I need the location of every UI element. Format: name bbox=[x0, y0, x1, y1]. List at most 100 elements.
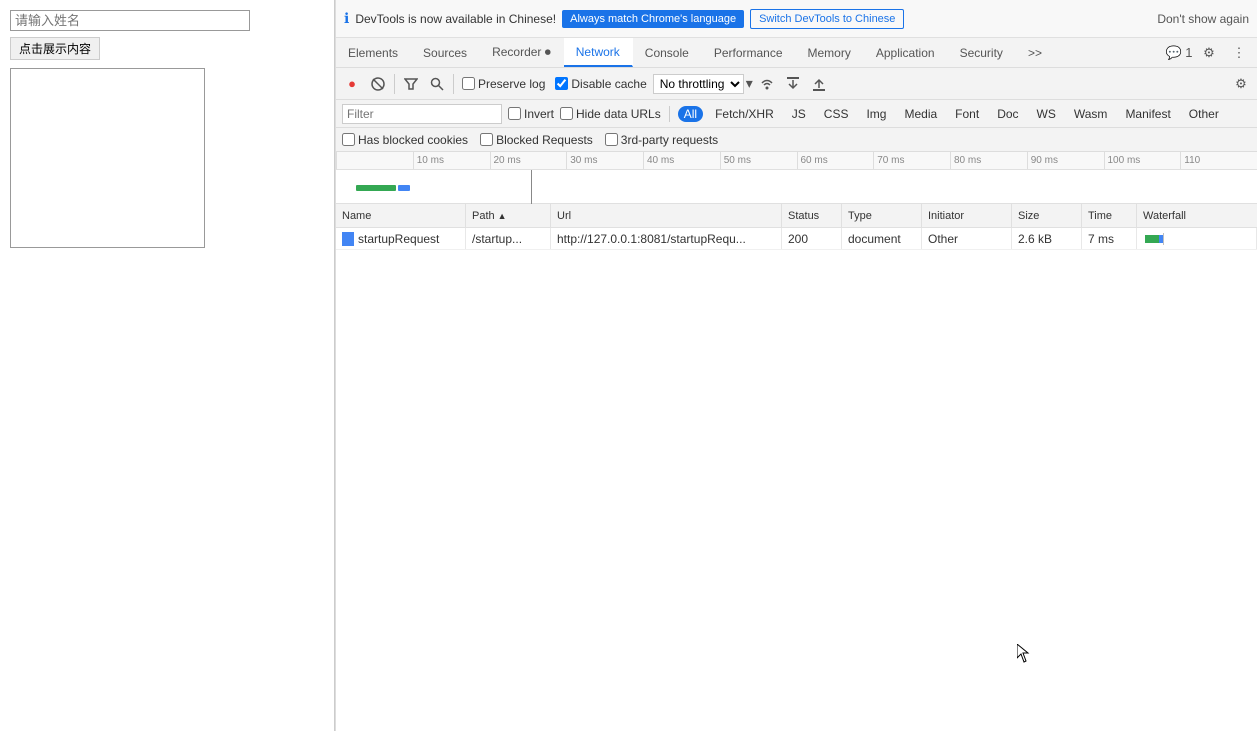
wf-vline bbox=[1163, 233, 1164, 245]
export-icon[interactable] bbox=[807, 72, 831, 96]
filter-bar2: Has blocked cookies Blocked Requests 3rd… bbox=[336, 128, 1257, 152]
filter-type-img[interactable]: Img bbox=[860, 106, 892, 122]
ruler-mark-5: 50 ms bbox=[720, 152, 797, 169]
tab-elements[interactable]: Elements bbox=[336, 38, 411, 67]
devtools-more-icon[interactable]: ⋮ bbox=[1225, 39, 1253, 67]
wifi-icon[interactable] bbox=[755, 72, 779, 96]
cell-path: /startup... bbox=[466, 228, 551, 249]
filter-type-js[interactable]: JS bbox=[786, 106, 812, 122]
col-header-name[interactable]: Name bbox=[336, 204, 466, 227]
has-blocked-cookies-checkbox[interactable] bbox=[342, 133, 355, 146]
ruler-mark-1: 10 ms bbox=[413, 152, 490, 169]
col-header-waterfall[interactable]: Waterfall bbox=[1137, 204, 1257, 227]
filter-type-all[interactable]: All bbox=[678, 106, 703, 122]
tab-application[interactable]: Application bbox=[864, 38, 948, 67]
tab-sources[interactable]: Sources bbox=[411, 38, 480, 67]
dismiss-button[interactable]: Don't show again bbox=[1157, 12, 1249, 26]
filter-type-wasm[interactable]: Wasm bbox=[1068, 106, 1114, 122]
blocked-requests-label[interactable]: Blocked Requests bbox=[480, 133, 593, 147]
timeline-ruler: 10 ms 20 ms 30 ms 40 ms 50 ms 60 ms 70 m… bbox=[336, 152, 1257, 170]
disable-cache-label[interactable]: Disable cache bbox=[551, 77, 650, 91]
hide-data-urls-label[interactable]: Hide data URLs bbox=[560, 107, 661, 121]
cell-type: document bbox=[842, 228, 922, 249]
filter-type-doc[interactable]: Doc bbox=[991, 106, 1024, 122]
preserve-log-checkbox[interactable] bbox=[462, 77, 475, 90]
network-settings-icon[interactable]: ⚙ bbox=[1229, 72, 1253, 96]
col-header-time[interactable]: Time bbox=[1082, 204, 1137, 227]
chat-badge[interactable]: 💬 1 bbox=[1165, 39, 1193, 67]
third-party-label[interactable]: 3rd-party requests bbox=[605, 133, 718, 147]
cell-time: 7 ms bbox=[1082, 228, 1137, 249]
filter-type-media[interactable]: Media bbox=[898, 106, 943, 122]
table-row[interactable]: startupRequest /startup... http://127.0.… bbox=[336, 228, 1257, 250]
tab-bar-icons: 💬 1 ⚙ ⋮ bbox=[1165, 38, 1257, 67]
tab-performance[interactable]: Performance bbox=[702, 38, 796, 67]
throttling-select[interactable]: No throttling Fast 3G Slow 3G bbox=[653, 74, 744, 94]
devtools-settings-icon[interactable]: ⚙ bbox=[1195, 39, 1223, 67]
record-button[interactable]: ● bbox=[340, 72, 364, 96]
notification-bar: ℹ DevTools is now available in Chinese! … bbox=[336, 0, 1257, 38]
third-party-checkbox[interactable] bbox=[605, 133, 618, 146]
timeline: 10 ms 20 ms 30 ms 40 ms 50 ms 60 ms 70 m… bbox=[336, 152, 1257, 204]
tab-network[interactable]: Network bbox=[564, 38, 633, 67]
filter-type-fetch-xhr[interactable]: Fetch/XHR bbox=[709, 106, 780, 122]
cell-status: 200 bbox=[782, 228, 842, 249]
filter-type-ws[interactable]: WS bbox=[1031, 106, 1062, 122]
ruler-mark-7: 70 ms bbox=[873, 152, 950, 169]
notification-text: DevTools is now available in Chinese! bbox=[355, 12, 556, 26]
cell-waterfall bbox=[1137, 228, 1257, 249]
filter-type-manifest[interactable]: Manifest bbox=[1119, 106, 1176, 122]
toolbar-sep-1 bbox=[394, 74, 395, 94]
blocked-requests-checkbox[interactable] bbox=[480, 133, 493, 146]
has-blocked-cookies-label[interactable]: Has blocked cookies bbox=[342, 133, 468, 147]
throttling-arrow[interactable]: ▾ bbox=[746, 75, 753, 92]
timeline-bar-blue bbox=[398, 185, 410, 191]
col-header-path[interactable]: Path ▲ bbox=[466, 204, 551, 227]
info-icon: ℹ bbox=[344, 10, 349, 27]
col-header-type[interactable]: Type bbox=[842, 204, 922, 227]
cell-name: startupRequest bbox=[336, 228, 466, 249]
preserve-log-label[interactable]: Preserve log bbox=[458, 77, 549, 91]
show-content-button[interactable]: 点击展示内容 bbox=[10, 37, 100, 60]
hide-data-urls-checkbox[interactable] bbox=[560, 107, 573, 120]
timeline-vline bbox=[531, 170, 532, 204]
tab-console[interactable]: Console bbox=[633, 38, 702, 67]
filter-type-font[interactable]: Font bbox=[949, 106, 985, 122]
ruler-mark-3: 30 ms bbox=[566, 152, 643, 169]
invert-label[interactable]: Invert bbox=[508, 107, 554, 121]
ruler-mark-11: 110 bbox=[1180, 152, 1257, 169]
ruler-mark-10: 100 ms bbox=[1104, 152, 1181, 169]
disable-cache-checkbox[interactable] bbox=[555, 77, 568, 90]
tab-bar: Elements Sources Recorder ⏺ Network Cons… bbox=[336, 38, 1257, 68]
ruler-mark-2: 20 ms bbox=[490, 152, 567, 169]
switch-devtools-button[interactable]: Switch DevTools to Chinese bbox=[750, 9, 904, 29]
col-header-initiator[interactable]: Initiator bbox=[922, 204, 1012, 227]
col-header-status[interactable]: Status bbox=[782, 204, 842, 227]
filter-type-css[interactable]: CSS bbox=[818, 106, 855, 122]
network-toolbar: ● Preserve log Disable cache No throttli… bbox=[336, 68, 1257, 100]
ruler-mark-0 bbox=[336, 152, 413, 169]
tab-memory[interactable]: Memory bbox=[796, 38, 864, 67]
content-box bbox=[10, 68, 205, 248]
table-header: Name Path ▲ Url Status Type Initiator Si… bbox=[336, 204, 1257, 228]
clear-button[interactable] bbox=[366, 72, 390, 96]
col-header-url[interactable]: Url bbox=[551, 204, 782, 227]
ruler-mark-4: 40 ms bbox=[643, 152, 720, 169]
import-icon[interactable] bbox=[781, 72, 805, 96]
timeline-bar-green bbox=[356, 185, 396, 191]
page-area: 点击展示内容 bbox=[0, 0, 335, 731]
filter-toggle-button[interactable] bbox=[399, 72, 423, 96]
filter-input[interactable] bbox=[342, 104, 502, 124]
ruler-mark-6: 60 ms bbox=[797, 152, 874, 169]
tab-recorder[interactable]: Recorder ⏺ bbox=[480, 38, 564, 67]
name-input[interactable] bbox=[10, 10, 250, 31]
filter-bar: Invert Hide data URLs All Fetch/XHR JS C… bbox=[336, 100, 1257, 128]
invert-checkbox[interactable] bbox=[508, 107, 521, 120]
col-header-size[interactable]: Size bbox=[1012, 204, 1082, 227]
filter-type-other[interactable]: Other bbox=[1183, 106, 1225, 122]
tab-more[interactable]: >> bbox=[1016, 38, 1055, 67]
search-button[interactable] bbox=[425, 72, 449, 96]
match-language-button[interactable]: Always match Chrome's language bbox=[562, 10, 744, 28]
cell-url: http://127.0.0.1:8081/startupRequ... bbox=[551, 228, 782, 249]
tab-security[interactable]: Security bbox=[948, 38, 1016, 67]
